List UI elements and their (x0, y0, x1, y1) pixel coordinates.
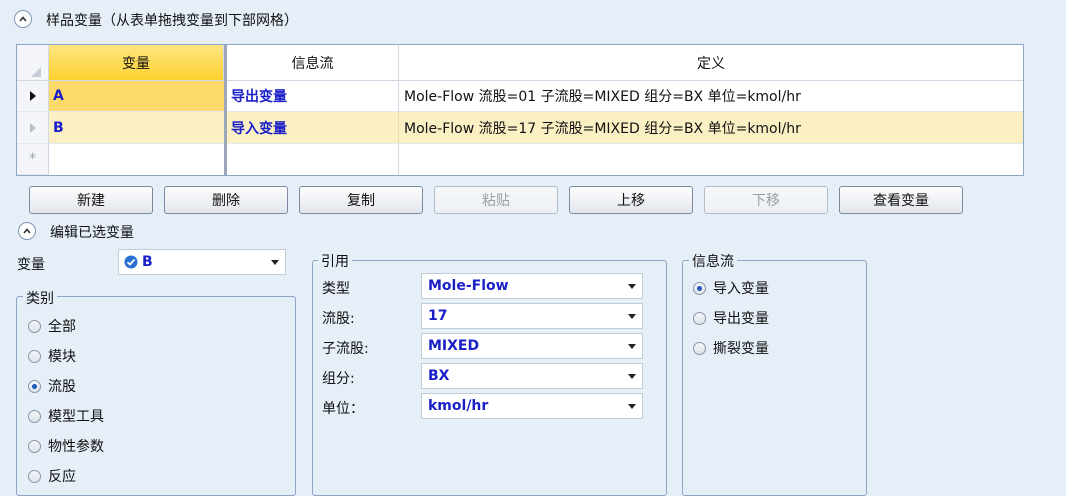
radio-label: 导出变量 (713, 311, 769, 327)
move-up-button[interactable]: 上移 (569, 186, 693, 214)
category-radio-stream[interactable]: 流股 (28, 376, 76, 396)
radio-icon (693, 311, 706, 325)
radio-label: 物性参数 (48, 439, 104, 455)
grid-corner (17, 45, 49, 81)
stream-label: 流股: (322, 311, 355, 327)
info-flow-radio-import[interactable]: 导入变量 (693, 278, 769, 298)
new-row-cell[interactable] (49, 144, 224, 175)
table-row-flow-cell[interactable]: 导出变量 (227, 81, 399, 112)
copy-button[interactable]: 复制 (299, 186, 423, 214)
new-row-marker[interactable]: * (17, 144, 49, 175)
paste-button[interactable]: 粘贴 (434, 186, 558, 214)
column-header-definition[interactable]: 定义 (399, 45, 1023, 81)
reference-group-title: 引用 (318, 251, 352, 271)
category-radio-all[interactable]: 全部 (28, 316, 76, 336)
category-group-title: 类别 (23, 288, 57, 308)
radio-icon (693, 341, 706, 355)
unit-dropdown[interactable]: kmol/hr (421, 393, 643, 419)
frozen-column-divider[interactable] (224, 45, 227, 175)
dropdown-arrow-icon (628, 404, 636, 409)
move-down-button[interactable]: 下移 (704, 186, 828, 214)
table-row-flow-cell[interactable]: 导入变量 (227, 112, 399, 144)
unit-value: kmol/hr (428, 398, 489, 414)
type-value: Mole-Flow (428, 278, 509, 294)
new-row-cell[interactable] (227, 144, 399, 175)
info-flow-radio-tear[interactable]: 撕裂变量 (693, 338, 769, 358)
radio-selected-icon (28, 379, 41, 393)
radio-label: 反应 (48, 469, 76, 485)
collapse-sample-button[interactable] (14, 10, 32, 28)
view-variable-button[interactable]: 查看变量 (839, 186, 963, 214)
dropdown-arrow-icon (271, 260, 279, 265)
radio-label: 模块 (48, 349, 76, 365)
dropdown-arrow-icon (628, 374, 636, 379)
variable-dropdown[interactable]: B (118, 249, 286, 275)
chevron-up-icon (19, 16, 27, 22)
dropdown-arrow-icon (628, 284, 636, 289)
table-row-variable-cell[interactable]: B (49, 112, 224, 144)
chevron-up-icon (23, 228, 31, 234)
radio-icon (28, 439, 41, 453)
delete-button[interactable]: 删除 (164, 186, 288, 214)
radio-label: 流股 (48, 379, 76, 395)
category-radio-reaction[interactable]: 反应 (28, 466, 76, 486)
substream-value: MIXED (428, 338, 480, 354)
variable-label: 变量 (17, 257, 45, 273)
column-header-flow[interactable]: 信息流 (227, 45, 399, 81)
substream-label: 子流股: (322, 341, 369, 357)
component-value: BX (428, 368, 450, 384)
radio-selected-icon (693, 281, 706, 295)
component-label: 组分: (322, 371, 355, 387)
sample-section-title: 样品变量（从表单拖拽变量到下部网格） (46, 13, 298, 29)
stream-value: 17 (428, 308, 448, 324)
category-radio-block[interactable]: 模块 (28, 346, 76, 366)
radio-icon (28, 469, 41, 483)
table-row-variable-cell[interactable]: A (49, 81, 224, 112)
radio-icon (28, 349, 41, 363)
table-row-definition-cell[interactable]: Mole-Flow 流股=17 子流股=MIXED 组分=BX 单位=kmol/… (399, 112, 1023, 144)
check-circle-icon (124, 255, 138, 269)
radio-label: 模型工具 (48, 409, 104, 425)
dropdown-arrow-icon (628, 344, 636, 349)
new-button[interactable]: 新建 (29, 186, 153, 214)
info-flow-group-title: 信息流 (689, 251, 737, 271)
radio-label: 撕裂变量 (713, 341, 769, 357)
stream-dropdown[interactable]: 17 (421, 303, 643, 329)
dropdown-arrow-icon (628, 314, 636, 319)
radio-icon (28, 319, 41, 333)
radio-label: 导入变量 (713, 281, 769, 297)
variable-value: B (142, 254, 153, 270)
table-row-definition-cell[interactable]: Mole-Flow 流股=01 子流股=MIXED 组分=BX 单位=kmol/… (399, 81, 1023, 112)
column-header-variable[interactable]: 变量 (49, 45, 224, 81)
row-header[interactable] (17, 112, 49, 144)
component-dropdown[interactable]: BX (421, 363, 643, 389)
type-label: 类型 (322, 281, 350, 297)
type-dropdown[interactable]: Mole-Flow (421, 273, 643, 299)
radio-label: 全部 (48, 319, 76, 335)
category-radio-model-tool[interactable]: 模型工具 (28, 406, 104, 426)
category-radio-property[interactable]: 物性参数 (28, 436, 104, 456)
current-row-icon (29, 91, 36, 101)
variables-grid[interactable]: 变量 信息流 定义 A 导出变量 Mole-Flow 流股=01 子流股=MIX… (16, 44, 1024, 176)
substream-dropdown[interactable]: MIXED (421, 333, 643, 359)
collapse-edit-button[interactable] (18, 222, 36, 240)
select-all-icon (31, 67, 41, 77)
info-flow-radio-export[interactable]: 导出变量 (693, 308, 769, 328)
row-header-current[interactable] (17, 81, 49, 112)
unit-label: 单位： (322, 401, 364, 417)
radio-icon (28, 409, 41, 423)
row-indicator-icon (29, 122, 36, 133)
edit-section-title: 编辑已选变量 (50, 225, 134, 241)
